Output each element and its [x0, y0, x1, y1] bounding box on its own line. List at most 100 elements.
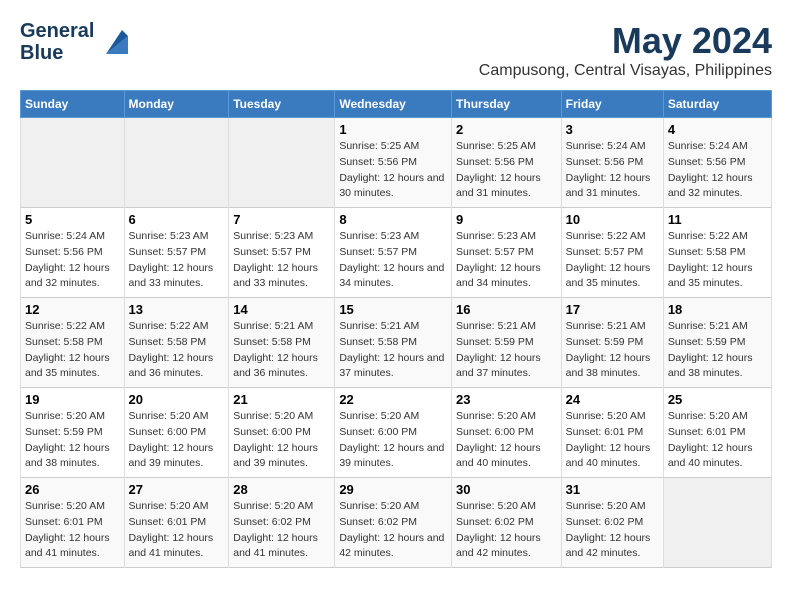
day-info: Sunrise: 5:20 AM Sunset: 6:01 PM Dayligh… — [25, 500, 110, 559]
calendar-week-row: 12 Sunrise: 5:22 AM Sunset: 5:58 PM Dayl… — [21, 298, 772, 388]
table-row: 21 Sunrise: 5:20 AM Sunset: 6:00 PM Dayl… — [229, 388, 335, 478]
table-row: 25 Sunrise: 5:20 AM Sunset: 6:01 PM Dayl… — [663, 388, 771, 478]
day-info: Sunrise: 5:20 AM Sunset: 6:02 PM Dayligh… — [233, 500, 318, 559]
table-row: 10 Sunrise: 5:22 AM Sunset: 5:57 PM Dayl… — [561, 208, 663, 298]
table-row: 7 Sunrise: 5:23 AM Sunset: 5:57 PM Dayli… — [229, 208, 335, 298]
day-info: Sunrise: 5:24 AM Sunset: 5:56 PM Dayligh… — [566, 140, 651, 199]
header-saturday: Saturday — [663, 91, 771, 118]
day-number: 20 — [129, 392, 225, 407]
day-info: Sunrise: 5:20 AM Sunset: 6:00 PM Dayligh… — [339, 410, 444, 469]
day-info: Sunrise: 5:20 AM Sunset: 5:59 PM Dayligh… — [25, 410, 110, 469]
table-row: 13 Sunrise: 5:22 AM Sunset: 5:58 PM Dayl… — [124, 298, 229, 388]
table-row: 11 Sunrise: 5:22 AM Sunset: 5:58 PM Dayl… — [663, 208, 771, 298]
table-row — [663, 478, 771, 568]
day-number: 3 — [566, 122, 659, 137]
logo-line1: General — [20, 20, 94, 42]
day-number: 8 — [339, 212, 447, 227]
day-number: 25 — [668, 392, 767, 407]
logo: General Blue — [20, 20, 128, 64]
day-info: Sunrise: 5:20 AM Sunset: 6:00 PM Dayligh… — [233, 410, 318, 469]
table-row: 22 Sunrise: 5:20 AM Sunset: 6:00 PM Dayl… — [335, 388, 452, 478]
header-wednesday: Wednesday — [335, 91, 452, 118]
day-info: Sunrise: 5:20 AM Sunset: 6:00 PM Dayligh… — [456, 410, 541, 469]
day-number: 12 — [25, 302, 120, 317]
table-row: 27 Sunrise: 5:20 AM Sunset: 6:01 PM Dayl… — [124, 478, 229, 568]
logo-line2: Blue — [20, 42, 63, 64]
day-number: 30 — [456, 482, 557, 497]
day-number: 21 — [233, 392, 330, 407]
table-row: 20 Sunrise: 5:20 AM Sunset: 6:00 PM Dayl… — [124, 388, 229, 478]
table-row: 17 Sunrise: 5:21 AM Sunset: 5:59 PM Dayl… — [561, 298, 663, 388]
day-number: 27 — [129, 482, 225, 497]
calendar-week-row: 19 Sunrise: 5:20 AM Sunset: 5:59 PM Dayl… — [21, 388, 772, 478]
day-number: 2 — [456, 122, 557, 137]
day-info: Sunrise: 5:23 AM Sunset: 5:57 PM Dayligh… — [456, 230, 541, 289]
table-row: 3 Sunrise: 5:24 AM Sunset: 5:56 PM Dayli… — [561, 118, 663, 208]
day-info: Sunrise: 5:24 AM Sunset: 5:56 PM Dayligh… — [668, 140, 753, 199]
table-row: 30 Sunrise: 5:20 AM Sunset: 6:02 PM Dayl… — [452, 478, 562, 568]
day-info: Sunrise: 5:25 AM Sunset: 5:56 PM Dayligh… — [456, 140, 541, 199]
day-number: 22 — [339, 392, 447, 407]
table-row: 28 Sunrise: 5:20 AM Sunset: 6:02 PM Dayl… — [229, 478, 335, 568]
day-info: Sunrise: 5:21 AM Sunset: 5:58 PM Dayligh… — [233, 320, 318, 379]
table-row: 16 Sunrise: 5:21 AM Sunset: 5:59 PM Dayl… — [452, 298, 562, 388]
day-info: Sunrise: 5:20 AM Sunset: 6:02 PM Dayligh… — [339, 500, 444, 559]
day-info: Sunrise: 5:21 AM Sunset: 5:59 PM Dayligh… — [668, 320, 753, 379]
table-row: 31 Sunrise: 5:20 AM Sunset: 6:02 PM Dayl… — [561, 478, 663, 568]
day-info: Sunrise: 5:22 AM Sunset: 5:58 PM Dayligh… — [668, 230, 753, 289]
day-info: Sunrise: 5:23 AM Sunset: 5:57 PM Dayligh… — [233, 230, 318, 289]
day-info: Sunrise: 5:23 AM Sunset: 5:57 PM Dayligh… — [129, 230, 214, 289]
table-row: 6 Sunrise: 5:23 AM Sunset: 5:57 PM Dayli… — [124, 208, 229, 298]
day-number: 13 — [129, 302, 225, 317]
table-row: 18 Sunrise: 5:21 AM Sunset: 5:59 PM Dayl… — [663, 298, 771, 388]
table-row: 5 Sunrise: 5:24 AM Sunset: 5:56 PM Dayli… — [21, 208, 125, 298]
calendar-week-row: 5 Sunrise: 5:24 AM Sunset: 5:56 PM Dayli… — [21, 208, 772, 298]
day-info: Sunrise: 5:21 AM Sunset: 5:59 PM Dayligh… — [566, 320, 651, 379]
calendar-week-row: 1 Sunrise: 5:25 AM Sunset: 5:56 PM Dayli… — [21, 118, 772, 208]
day-number: 1 — [339, 122, 447, 137]
day-number: 31 — [566, 482, 659, 497]
day-number: 26 — [25, 482, 120, 497]
table-row — [124, 118, 229, 208]
calendar-week-row: 26 Sunrise: 5:20 AM Sunset: 6:01 PM Dayl… — [21, 478, 772, 568]
day-number: 24 — [566, 392, 659, 407]
day-info: Sunrise: 5:21 AM Sunset: 5:58 PM Dayligh… — [339, 320, 444, 379]
calendar-header-row: Sunday Monday Tuesday Wednesday Thursday… — [21, 91, 772, 118]
day-info: Sunrise: 5:25 AM Sunset: 5:56 PM Dayligh… — [339, 140, 444, 199]
day-number: 19 — [25, 392, 120, 407]
table-row — [21, 118, 125, 208]
day-info: Sunrise: 5:22 AM Sunset: 5:58 PM Dayligh… — [129, 320, 214, 379]
day-number: 15 — [339, 302, 447, 317]
header-tuesday: Tuesday — [229, 91, 335, 118]
day-info: Sunrise: 5:24 AM Sunset: 5:56 PM Dayligh… — [25, 230, 110, 289]
table-row: 8 Sunrise: 5:23 AM Sunset: 5:57 PM Dayli… — [335, 208, 452, 298]
day-info: Sunrise: 5:20 AM Sunset: 6:02 PM Dayligh… — [566, 500, 651, 559]
day-number: 9 — [456, 212, 557, 227]
table-row — [229, 118, 335, 208]
header-thursday: Thursday — [452, 91, 562, 118]
day-number: 14 — [233, 302, 330, 317]
day-info: Sunrise: 5:21 AM Sunset: 5:59 PM Dayligh… — [456, 320, 541, 379]
title-area: May 2024 Campusong, Central Visayas, Phi… — [479, 20, 772, 80]
header: General Blue May 2024 Campusong, Central… — [20, 20, 772, 80]
day-number: 7 — [233, 212, 330, 227]
day-info: Sunrise: 5:22 AM Sunset: 5:57 PM Dayligh… — [566, 230, 651, 289]
table-row: 29 Sunrise: 5:20 AM Sunset: 6:02 PM Dayl… — [335, 478, 452, 568]
logo-icon — [96, 26, 128, 58]
day-number: 6 — [129, 212, 225, 227]
day-number: 28 — [233, 482, 330, 497]
day-info: Sunrise: 5:23 AM Sunset: 5:57 PM Dayligh… — [339, 230, 444, 289]
table-row: 19 Sunrise: 5:20 AM Sunset: 5:59 PM Dayl… — [21, 388, 125, 478]
day-number: 5 — [25, 212, 120, 227]
day-number: 17 — [566, 302, 659, 317]
table-row: 23 Sunrise: 5:20 AM Sunset: 6:00 PM Dayl… — [452, 388, 562, 478]
day-number: 23 — [456, 392, 557, 407]
table-row: 1 Sunrise: 5:25 AM Sunset: 5:56 PM Dayli… — [335, 118, 452, 208]
header-friday: Friday — [561, 91, 663, 118]
table-row: 15 Sunrise: 5:21 AM Sunset: 5:58 PM Dayl… — [335, 298, 452, 388]
header-sunday: Sunday — [21, 91, 125, 118]
day-number: 4 — [668, 122, 767, 137]
table-row: 24 Sunrise: 5:20 AM Sunset: 6:01 PM Dayl… — [561, 388, 663, 478]
calendar-table: Sunday Monday Tuesday Wednesday Thursday… — [20, 90, 772, 568]
table-row: 4 Sunrise: 5:24 AM Sunset: 5:56 PM Dayli… — [663, 118, 771, 208]
